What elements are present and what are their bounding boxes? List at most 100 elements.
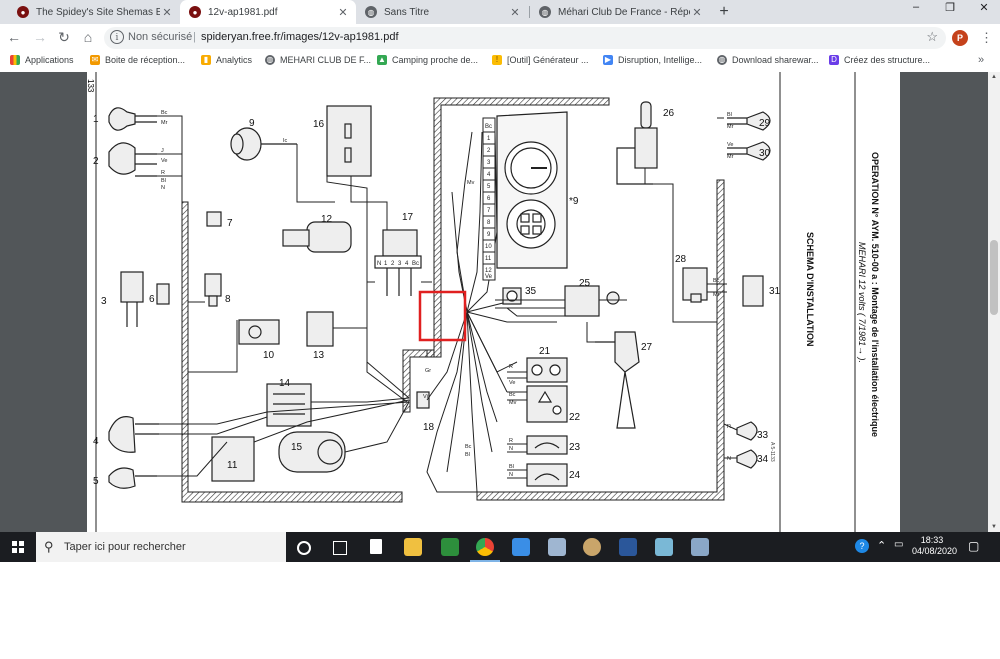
scroll-down-arrow-icon[interactable]: ▼ [988,522,1000,532]
photos-app-icon[interactable] [691,538,709,556]
close-tab-icon[interactable]: ✕ [336,6,350,19]
scrollbar-thumb[interactable] [990,240,998,315]
close-tab-icon[interactable]: ✕ [690,6,704,19]
media-app-icon[interactable] [548,538,566,556]
chrome-icon[interactable] [476,538,494,556]
maximize-window-icon[interactable]: ❐ [932,1,968,14]
bookmark-structures[interactable]: D Créez des structure... [829,55,930,65]
help-icon[interactable]: ? [855,539,869,553]
close-window-icon[interactable]: ✕ [966,1,1000,14]
profile-avatar[interactable]: P [952,30,968,46]
file-icon[interactable] [370,539,382,554]
close-tab-icon[interactable]: ✕ [160,6,174,19]
component-22-hazard-switch [526,385,568,423]
windows-start-icon[interactable] [12,541,24,553]
highlight-rectangle [418,290,467,342]
new-tab-plus-icon[interactable]: + [715,3,733,21]
component-2-lamp [108,142,157,177]
forward-arrow-icon[interactable]: → [32,29,48,45]
reference-code: A 5-1133 [769,442,775,462]
bookmark-analytics[interactable]: ▮ Analytics [201,55,252,65]
search-icon: ⚲ [44,539,54,554]
svg-text:35: 35 [525,286,537,297]
address-bar[interactable]: i Non sécurisé | spideryan.free.fr/image… [104,27,946,49]
tab-pdf[interactable]: ● 12v-ap1981.pdf ✕ [180,0,356,24]
svg-text:Bc: Bc [161,110,168,116]
svg-text:30: 30 [759,148,771,159]
bookmark-label: Applications [25,55,74,65]
component-11-battery [211,436,255,482]
paint-app-icon[interactable] [583,538,601,556]
bookmark-label: [Outil] Générateur ... [507,55,589,65]
mail-app-icon[interactable] [512,538,530,556]
taskbar-search-box[interactable]: ⚲ Taper ici pour rechercher [36,532,286,562]
component-14-fusebox [266,383,312,427]
back-arrow-icon[interactable]: ← [6,29,22,45]
component-13-relay [306,311,334,347]
component-35-switch [502,287,522,305]
bookmark-applications[interactable]: Applications [10,55,74,65]
word-icon[interactable] [619,538,637,556]
svg-text:Bl: Bl [161,178,166,184]
clock-date: 04/08/2020 [912,546,958,556]
component-9-alternator [230,127,297,161]
bookmark-label: Analytics [216,55,253,65]
notification-icon[interactable]: ▢ [968,539,979,553]
bookmark-inbox[interactable]: ✉ Boite de réception... [90,55,185,65]
tab-spidey[interactable]: ● The Spidey's Site Shemas Electric ✕ [8,0,180,24]
component-26-stalk [616,101,658,185]
notes-app-icon[interactable] [655,538,673,556]
tab-title: Méhari Club De France - Répond [558,6,690,18]
cortana-circle-icon[interactable] [297,541,311,555]
svg-text:Vi: Vi [423,394,428,400]
component-7-sender [206,211,222,227]
bookmark-label: Créez des structure... [844,55,931,65]
apps-grid-icon [10,55,20,65]
bookmark-disruption[interactable]: ▶ Disruption, Intellige... [603,55,702,65]
svg-text:31: 31 [769,286,781,297]
svg-text:N: N [727,456,731,462]
home-icon[interactable]: ⌂ [80,29,96,45]
svg-text:18: 18 [423,422,435,433]
reload-icon[interactable]: ↻ [56,29,72,46]
tab-sans-titre[interactable]: ◍ Sans Titre ✕ [356,0,528,24]
tab-mehari-club[interactable]: ◍ Méhari Club De France - Répond ✕ [530,0,710,24]
schema-label: SCHEMA D'INSTALLATION [805,232,815,346]
svg-text:N: N [377,261,381,267]
clock-time: 18:33 [920,535,944,545]
tray-chevron-up-icon[interactable]: ⌃ [877,539,886,552]
store-app-icon[interactable] [441,538,459,556]
svg-text:17: 17 [402,212,414,223]
component-1-lamp [108,107,157,131]
file-explorer-icon[interactable] [404,538,422,556]
svg-text:N: N [509,446,513,452]
svg-text:14: 14 [279,378,291,389]
kebab-menu-icon[interactable]: ⋮ [980,30,993,46]
globe-favicon-icon: ◍ [539,6,551,18]
more-bookmarks-icon[interactable]: » [978,54,984,66]
taskbar-clock[interactable]: 18:33 04/08/2020 [912,535,958,557]
bookmark-camping[interactable]: ▲ Camping proche de... [377,55,478,65]
svg-text:11: 11 [227,460,238,471]
battery-icon[interactable]: ▭ [894,539,903,550]
svg-text:16: 16 [313,119,325,130]
bookmark-star-icon[interactable]: ☆ [926,29,938,45]
mail-icon: ✉ [90,55,100,65]
svg-text:Mv: Mv [467,180,475,186]
task-view-icon[interactable] [333,541,347,555]
minimize-window-icon[interactable]: – [898,1,934,13]
svg-text:22: 22 [569,412,581,423]
bookmark-label: Disruption, Intellige... [618,55,703,65]
component-27-wiper-switch [595,331,640,429]
bookmark-generateur[interactable]: ! [Outil] Générateur ... [492,55,589,65]
svg-text:Mr: Mr [727,154,734,160]
bookmark-mehari-club[interactable]: ◍ MEHARI CLUB DE F... [265,55,371,65]
close-tab-icon[interactable]: ✕ [508,6,522,19]
scroll-up-arrow-icon[interactable]: ▲ [988,72,1000,82]
svg-text:Bl: Bl [509,464,514,470]
bookmark-shareware[interactable]: ◍ Download sharewar... [717,55,819,65]
svg-text:Mr: Mr [713,292,720,298]
svg-text:Ic: Ic [283,138,288,144]
info-icon[interactable]: i [110,30,124,44]
url-text[interactable]: spideryan.free.fr/images/12v-ap1981.pdf [201,31,399,43]
